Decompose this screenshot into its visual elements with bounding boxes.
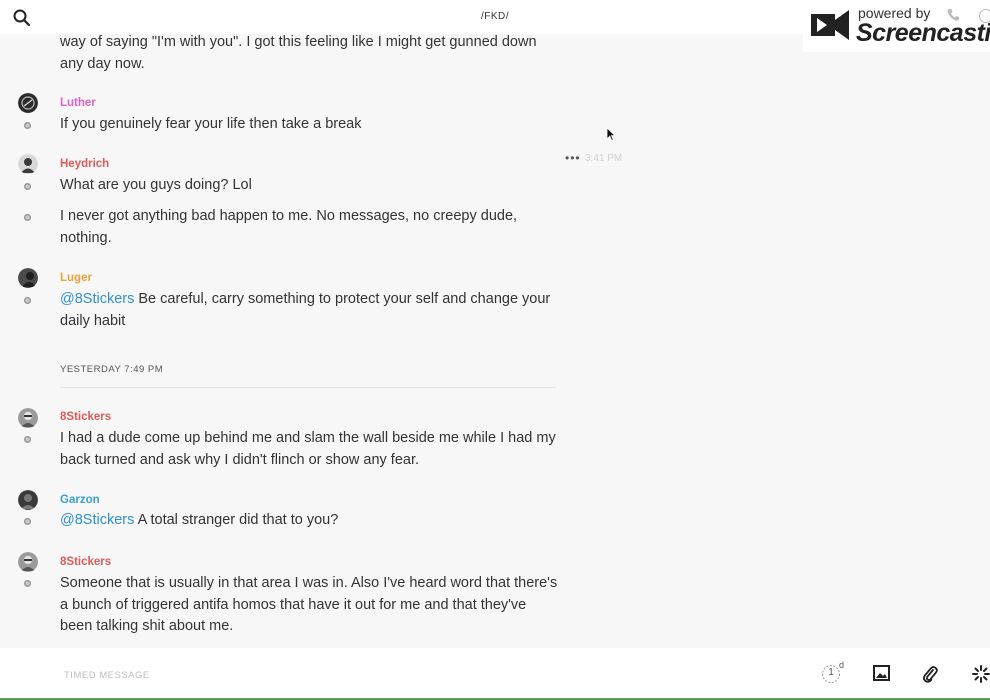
message-timestamp: 3:41 PM	[585, 153, 623, 164]
paperclip-icon	[923, 666, 938, 683]
image-icon	[873, 665, 890, 681]
screencastify-watermark: powered by Screencastify	[803, 0, 990, 52]
sparkle-button[interactable]	[972, 665, 990, 688]
user-avatar-icon	[18, 154, 38, 174]
watermark-brand: Screencastify	[856, 19, 990, 47]
user-mention[interactable]: @8Stickers	[60, 512, 134, 528]
message-text: @8Stickers Be careful, carry something t…	[60, 289, 560, 332]
message-author[interactable]: 8Stickers	[60, 556, 111, 568]
status-dot	[24, 436, 31, 443]
avatar[interactable]	[18, 490, 38, 510]
status-dot	[24, 297, 31, 304]
message-text: Someone that is usually in that area I w…	[60, 575, 558, 634]
message-text: way of saying "I'm with you". I got this…	[60, 34, 537, 72]
avatar[interactable]	[18, 93, 38, 113]
info-icon	[979, 9, 990, 23]
message-author[interactable]: Garzon	[60, 494, 100, 506]
user-avatar-icon	[18, 490, 38, 510]
message-text: I had a dude come up behind me and slam …	[60, 430, 556, 468]
phone-icon	[947, 9, 959, 21]
status-dot	[24, 580, 31, 587]
day-separator: YESTERDAY 7:49 PM	[60, 364, 556, 388]
timer-button[interactable]: 1 d	[821, 660, 844, 684]
message-author[interactable]: Luger	[60, 272, 92, 284]
status-dot	[24, 122, 31, 129]
image-button[interactable]	[873, 665, 890, 686]
message-text: I never got anything bad happen to me. N…	[60, 208, 518, 246]
message-author[interactable]: Luther	[60, 97, 96, 109]
user-mention[interactable]: @8Stickers	[60, 291, 134, 307]
more-dots-icon: •••	[565, 151, 581, 165]
avatar[interactable]	[18, 552, 38, 572]
message-body: A total stranger did that to you?	[134, 512, 339, 528]
avatar[interactable]	[18, 154, 38, 174]
attach-button[interactable]	[922, 665, 938, 688]
message-author[interactable]: Heydrich	[60, 158, 109, 170]
timed-message-input[interactable]	[62, 666, 746, 684]
message-text: What are you guys doing? Lol	[60, 177, 252, 193]
message-author[interactable]: 8Stickers	[60, 411, 111, 423]
status-dot	[24, 214, 31, 221]
timer-count: 1	[828, 667, 834, 678]
user-avatar-icon	[18, 268, 38, 288]
message-actions-button[interactable]: •••	[565, 151, 581, 165]
message-text: @8Stickers A total stranger did that to …	[60, 510, 560, 532]
camera-logo-icon	[811, 10, 849, 40]
avatar[interactable]	[18, 268, 38, 288]
user-avatar-icon	[18, 408, 38, 428]
user-avatar-icon	[18, 93, 38, 113]
status-dot	[24, 183, 31, 190]
message-body: Be careful, carry something to protect y…	[60, 291, 551, 329]
message-list[interactable]: way of saying "I'm with you". I got this…	[0, 34, 990, 648]
avatar[interactable]	[18, 408, 38, 428]
user-avatar-icon	[18, 552, 38, 572]
message-text: If you genuinely fear your life then tak…	[60, 116, 362, 132]
status-dot	[24, 518, 31, 525]
sparkle-icon	[972, 665, 990, 683]
timer-unit: d	[839, 660, 845, 670]
composer-bar	[0, 648, 990, 698]
mouse-cursor-icon	[606, 127, 616, 142]
